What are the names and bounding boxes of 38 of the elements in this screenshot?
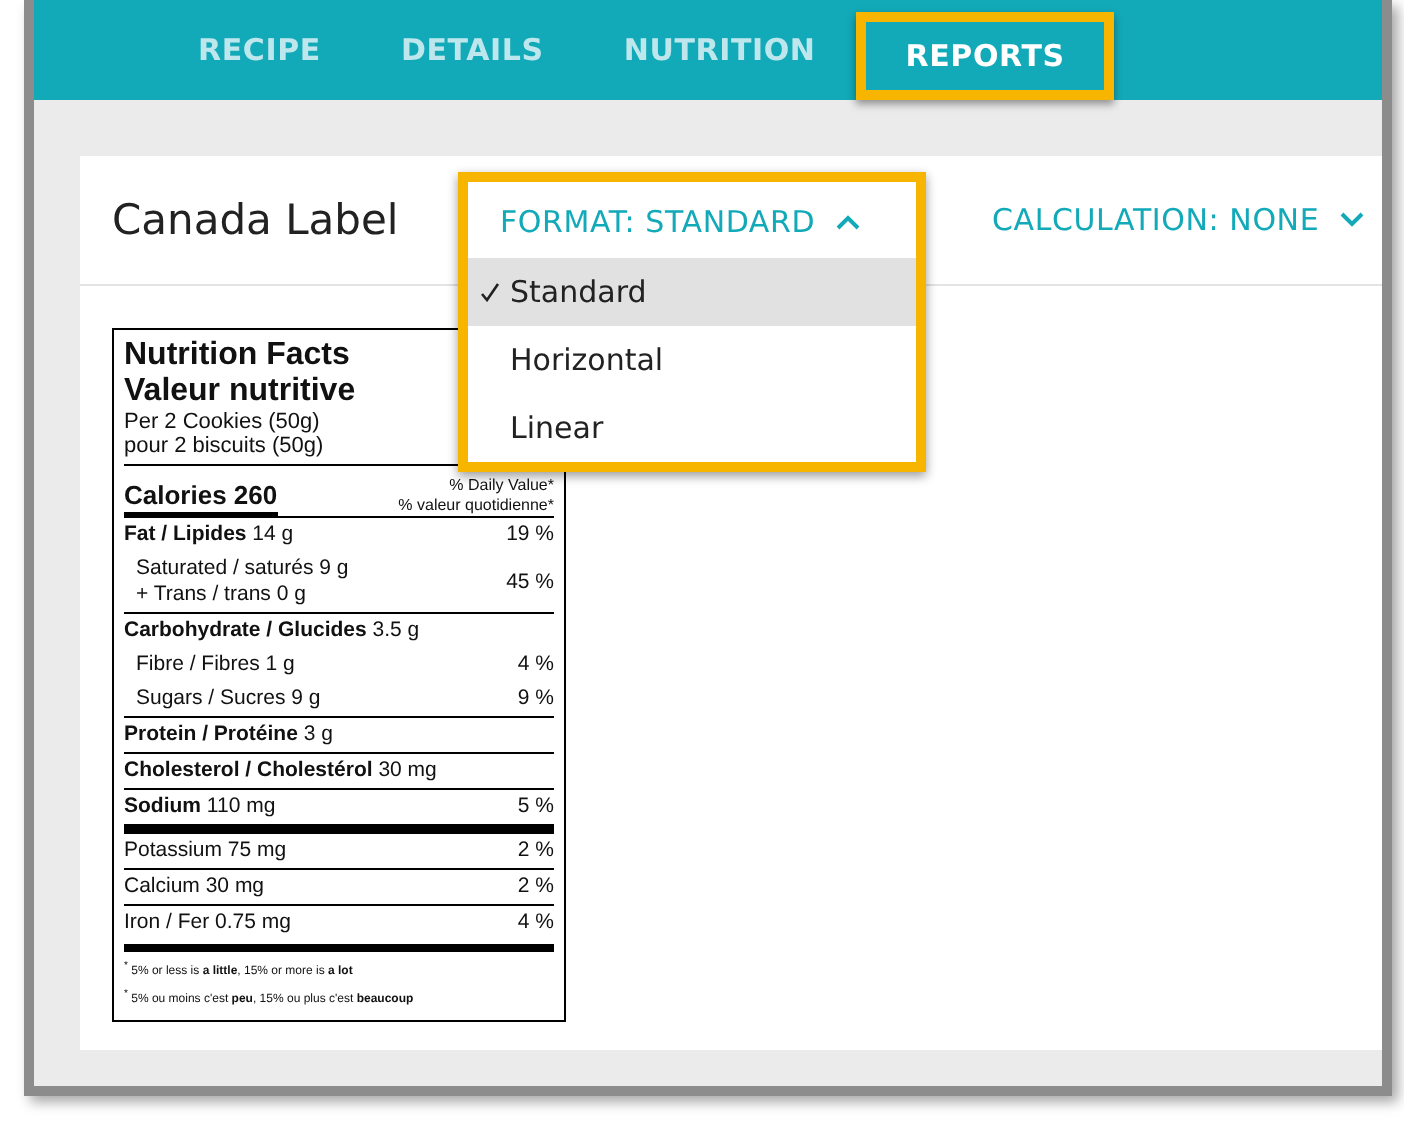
menu-option[interactable]: Standard [468,258,916,326]
serving-size: pour 2 biscuits (50g) [124,434,326,458]
daily-value: 4 % [517,652,554,678]
tab[interactable]: RECIPE [158,24,361,76]
chevron-icon [1339,212,1364,228]
card-title: Canada Label [112,196,401,244]
tab[interactable]: REPORTS [855,11,1115,99]
nutrient-name: Cholesterol / Cholestérol 30 mg [124,758,437,784]
daily-value: 4 % [517,910,554,936]
daily-value: 19 % [506,522,554,548]
nutrient-name: Fibre / Fibres 1 g [136,652,295,678]
menu-option[interactable]: Horizontal [468,326,916,394]
nutrient-name: Potassium 75 mg [124,838,287,864]
daily-value: 5 % [517,794,554,820]
nutrient-name: Saturated / saturés 9 g [136,556,349,582]
daily-value: 45 % [506,569,554,595]
daily-value: 2 % [517,838,554,864]
daily-value-heading: % valeur quotidienne* [398,496,554,516]
tab[interactable]: NUTRITION [583,24,856,76]
nutrient-name: Sodium 110 mg [124,794,276,820]
calculation-dropdown[interactable]: CALCULATION: NONE [992,202,1364,238]
label-title: Valeur nutritive [124,374,358,410]
nutrient-name: Protein / Protéine 3 g [124,722,333,748]
nutrient-name: + Trans / trans 0 g [136,582,308,608]
daily-value-heading: % Daily Value* [447,476,554,496]
daily-value: 2 % [517,874,554,900]
chevron-icon [835,214,860,230]
nutrient-name: Iron / Fer 0.75 mg [124,910,291,936]
nutrient-name: Calcium 30 mg [124,874,265,900]
calories: Calories 260 [124,480,278,516]
nutrient-name: Carbohydrate / Glucides 3.5 g [124,618,420,644]
menu-option[interactable]: Linear [468,394,916,462]
daily-value: 9 % [517,686,554,712]
format-dropdown[interactable]: FORMAT: STANDARD [468,182,892,258]
check-icon [480,282,500,302]
nutrient-name: Fat / Lipides 14 g [124,522,294,548]
tab[interactable]: DETAILS [360,24,584,76]
nutrient-name: Sugars / Sucres 9 g [136,686,321,712]
